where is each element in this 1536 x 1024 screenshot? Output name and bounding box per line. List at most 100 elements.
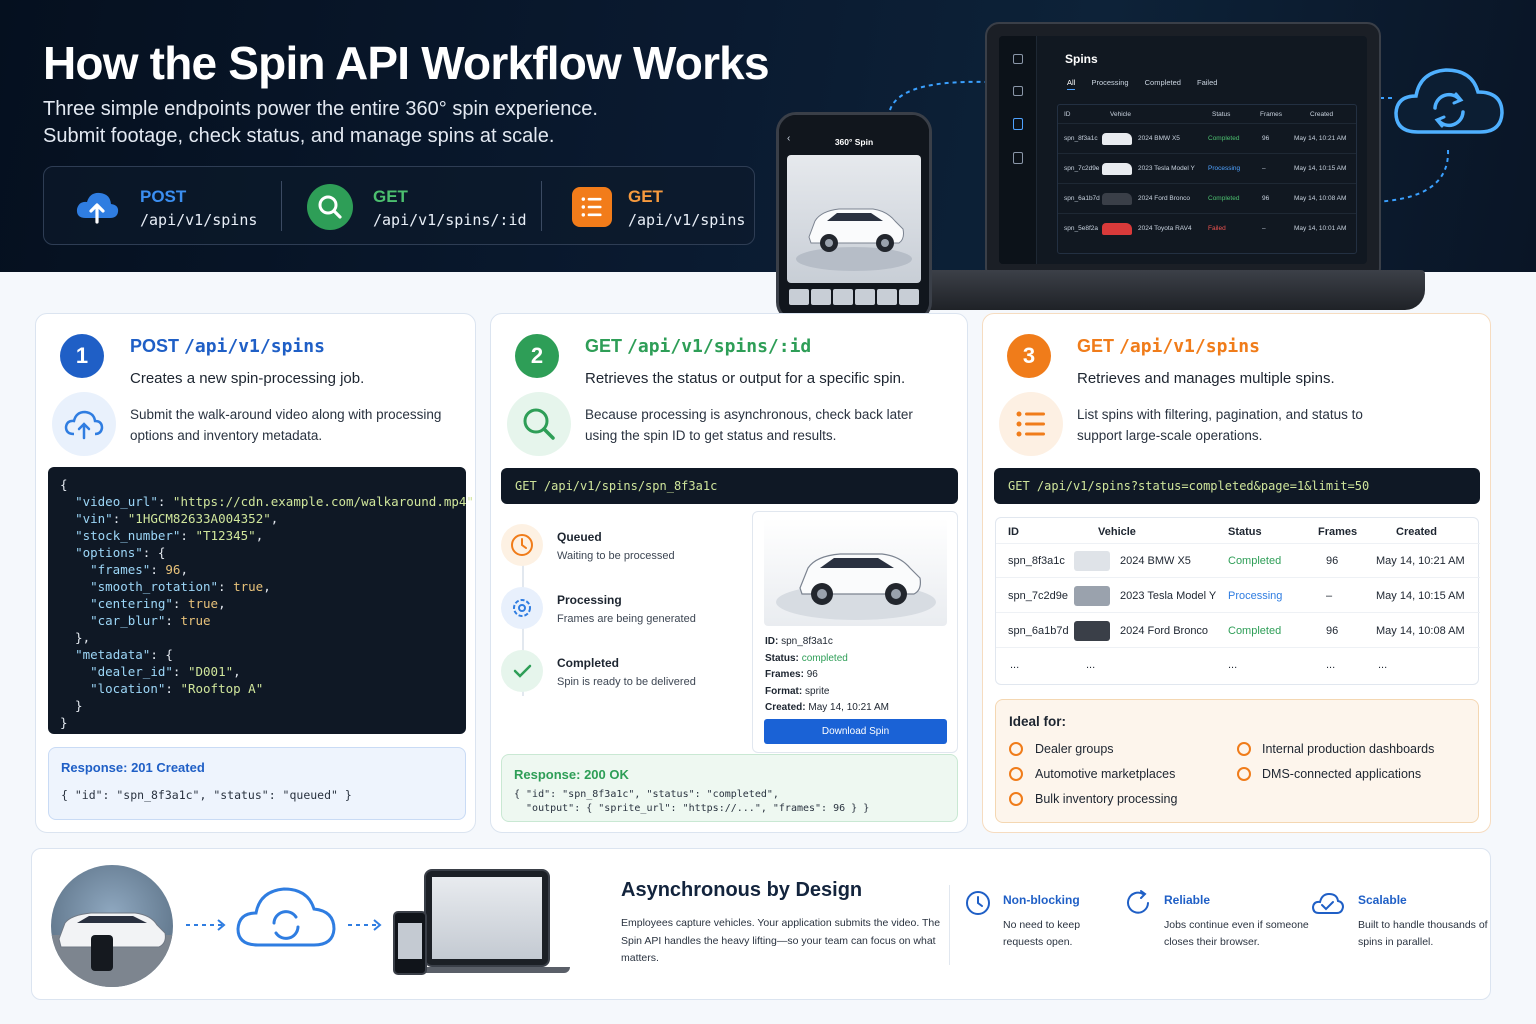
- spins-icon[interactable]: [1013, 86, 1023, 96]
- col-header: Status: [1228, 526, 1262, 538]
- path-label: /api/v1/spins/:id: [627, 336, 812, 357]
- car-viewer[interactable]: [787, 155, 921, 283]
- spin-status: completed: [801, 652, 848, 664]
- response-panel: Response: 200 OK { "id": "spn_8f3a1c", "…: [501, 754, 958, 822]
- row-vehicle: 2023 Tesla Model Y: [1138, 165, 1195, 172]
- laptop-table-row[interactable]: spn_5e8f2a 2024 Toyota RAV4 Failed – May 14,…: [1058, 213, 1356, 243]
- ideal-item: Internal production dashboards: [1262, 742, 1435, 756]
- row-status: Completed: [1208, 195, 1240, 202]
- car-thumbnail: [1074, 586, 1110, 606]
- table-row[interactable]: spn_7c2d9e 2023 Tesla Model Y Processing – M…: [996, 579, 1480, 613]
- cloud-sync-icon: [236, 887, 336, 947]
- timeline-title: Completed: [557, 656, 620, 670]
- col-header: Created: [1396, 526, 1437, 538]
- laptop-base: [905, 270, 1425, 310]
- timeline-queued: Queued Waiting to be processed: [501, 524, 741, 576]
- card-summary: Retrieves the status or output for a spe…: [585, 370, 906, 387]
- tab-completed[interactable]: Completed: [1145, 78, 1181, 87]
- tab-all[interactable]: All: [1067, 78, 1076, 90]
- row-vehicle: 2024 Ford Bronco: [1138, 195, 1191, 202]
- card-list-spins: 3 GET /api/v1/spins Retrieves and manage…: [982, 313, 1491, 833]
- row-id: spn_6a1b7d: [1064, 195, 1100, 202]
- row-created: May 14, 10:01 AM: [1294, 225, 1347, 232]
- col-header: Frames: [1260, 111, 1283, 118]
- check-icon: [501, 650, 543, 692]
- divider: [949, 885, 950, 965]
- laptop-title: Spins: [1065, 52, 1098, 66]
- response-body: { "id": "spn_8f3a1c", "status": "queued"…: [61, 788, 352, 802]
- car-thumbnail: [1102, 193, 1132, 205]
- laptop-icon: [424, 869, 550, 967]
- row-vehicle: 2024 BMW X5: [1138, 135, 1180, 142]
- col-header: Vehicle: [1110, 111, 1131, 118]
- timeline-completed: Completed Spin is ready to be delivered: [501, 650, 741, 702]
- tab-processing[interactable]: Processing: [1091, 78, 1128, 87]
- card-heading: GET /api/v1/spins: [1077, 336, 1260, 357]
- laptop-table-row[interactable]: spn_6a1b7d 2024 Ford Bronco Completed 96 May…: [1058, 183, 1356, 213]
- laptop-sidebar: [999, 36, 1037, 264]
- row-frames: 96: [1262, 195, 1270, 202]
- download-spin-button[interactable]: Download Spin: [764, 719, 947, 744]
- ideal-for-panel: Ideal for: Dealer groups Automotive mark…: [995, 699, 1479, 823]
- row-created: May 14, 10:08 AM: [1376, 625, 1465, 637]
- row-status: Failed: [1208, 225, 1226, 232]
- home-icon[interactable]: [1013, 54, 1023, 64]
- table-row[interactable]: spn_8f3a1c 2024 BMW X5 Completed 96 May 14, …: [996, 544, 1480, 578]
- request-body-code: { "video_url": "https://cdn.example.com/…: [48, 467, 475, 734]
- spin-format: sprite: [805, 685, 830, 697]
- endpoint-path: /api/v1/spins: [140, 211, 258, 229]
- car-image: [776, 553, 936, 620]
- card-get-spin: 2 GET /api/v1/spins/:id Retrieves the st…: [490, 313, 968, 833]
- row-vehicle: 2024 Toyota RAV4: [1138, 225, 1192, 232]
- step-number: 3: [1007, 334, 1051, 378]
- laptop-screen: Spins All Processing Completed Failed ID…: [999, 36, 1367, 264]
- col-header: ID: [1008, 526, 1019, 538]
- response-label: Response: 200 OK: [514, 767, 629, 782]
- refresh-icon: [1127, 890, 1149, 914]
- card-create-spin: 1 POST /api/v1/spins Creates a new spin-…: [35, 313, 476, 833]
- method-label: POST: [130, 336, 180, 356]
- feature-desc: Jobs continue even if someone closes the…: [1164, 919, 1309, 948]
- check-icon: [1009, 767, 1023, 781]
- request-line: GET /api/v1/spins?status=completed&page=…: [994, 468, 1480, 504]
- laptop-base-icon: [406, 967, 570, 973]
- check-icon: [1237, 767, 1251, 781]
- divider: [541, 181, 542, 231]
- tab-failed[interactable]: Failed: [1197, 78, 1217, 87]
- endpoint-method: POST: [140, 187, 187, 206]
- car-preview[interactable]: [764, 518, 947, 626]
- row-status: Completed: [1228, 555, 1282, 567]
- spin-meta: ID: spn_8f3a1c Status: completed Frames:…: [765, 636, 889, 713]
- car-thumbnail: [1074, 551, 1110, 571]
- card-heading: POST /api/v1/spins: [130, 336, 325, 357]
- ideal-item: DMS-connected applications: [1262, 767, 1422, 781]
- row-id: spn_6a1b7d: [1008, 625, 1069, 637]
- row-frames: –: [1326, 590, 1333, 602]
- card-description: Submit the walk-around video along with …: [130, 407, 442, 443]
- frame-strip[interactable]: [789, 289, 919, 305]
- feature-title: Reliable: [1164, 893, 1211, 907]
- laptop-table-row[interactable]: spn_8f3a1c 2024 BMW X5 Completed 96 May 14, …: [1058, 123, 1356, 153]
- cloud-sync-icon: [1394, 68, 1504, 134]
- endpoint-method: GET: [373, 187, 408, 206]
- endpoint-path: /api/v1/spins/:id: [373, 211, 527, 229]
- row-frames: –: [1262, 225, 1266, 232]
- row-created: May 14, 10:15 AM: [1294, 165, 1347, 172]
- phone-title: 360° Spin: [834, 137, 874, 147]
- laptop-table-row[interactable]: spn_7c2d9e 2023 Tesla Model Y Processing – M…: [1058, 153, 1356, 183]
- table-row[interactable]: spn_6a1b7d 2024 Ford Bronco Completed 96 May…: [996, 614, 1480, 648]
- laptop-table: ID Vehicle Status Frames Created spn_8f3…: [1057, 104, 1357, 254]
- search-icon: [307, 184, 353, 230]
- capture-photo: [51, 865, 173, 987]
- document-icon[interactable]: [1013, 118, 1023, 130]
- timeline-processing: Processing Frames are being generated: [501, 587, 741, 639]
- row-vehicle: 2024 Ford Bronco: [1120, 625, 1209, 637]
- row-id: spn_7c2d9e: [1064, 165, 1100, 172]
- settings-icon[interactable]: [1013, 152, 1023, 164]
- row-id: spn_8f3a1c: [1064, 135, 1098, 142]
- phone-screen: ‹ 360° Spin: [779, 115, 929, 319]
- col-header: Status: [1212, 111, 1231, 118]
- step-number: 1: [60, 334, 104, 378]
- step-number: 2: [515, 334, 559, 378]
- table-row-ellipsis: ... ... ... ... ...: [996, 648, 1480, 682]
